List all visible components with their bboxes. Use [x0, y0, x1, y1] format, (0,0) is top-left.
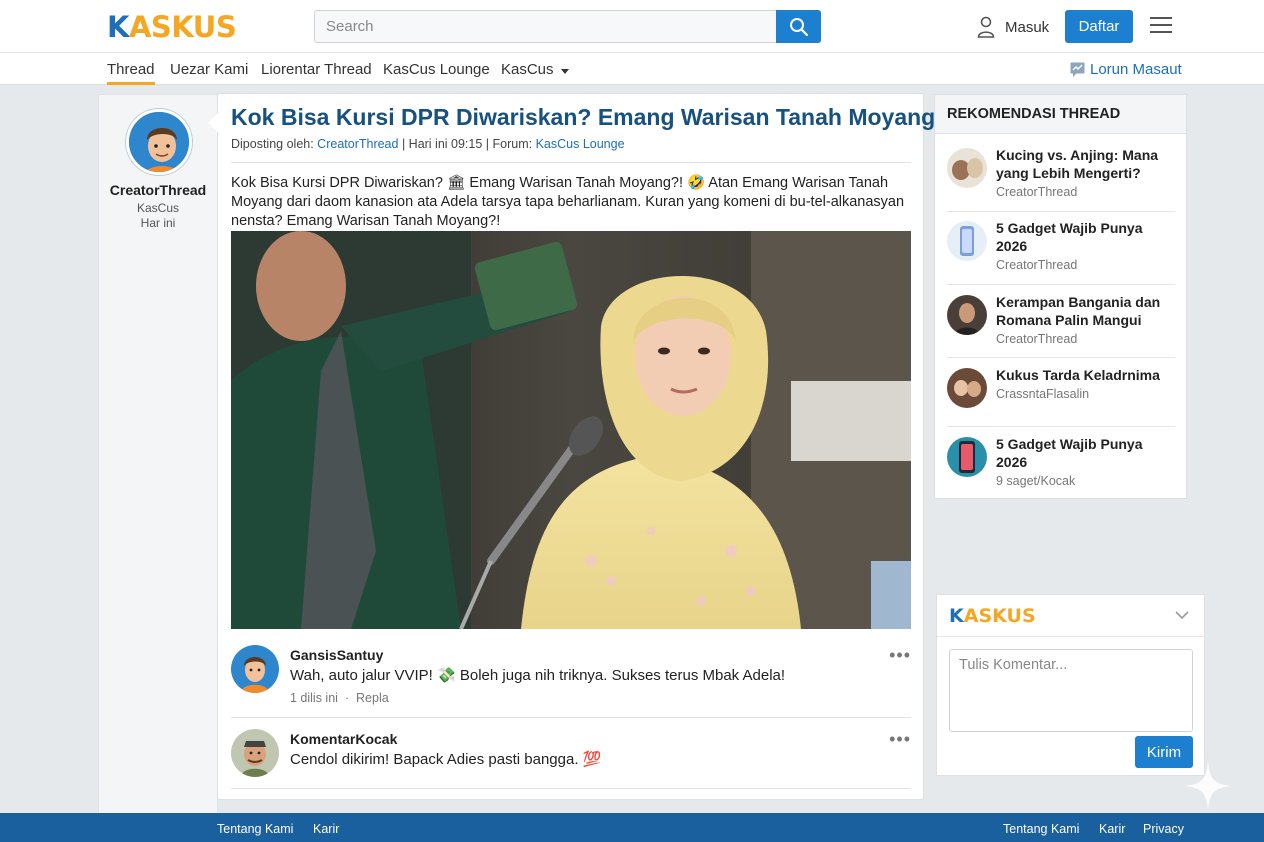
recommendation-author: CreatorThread — [996, 332, 1078, 346]
recommendation-thumb — [947, 148, 987, 188]
login-link[interactable]: Masuk — [977, 14, 1049, 40]
login-label: Masuk — [1005, 18, 1050, 36]
divider — [947, 357, 1175, 358]
search-button[interactable] — [776, 10, 821, 43]
logo-initial: K — [949, 605, 964, 627]
author-name[interactable]: CreatorThread — [99, 182, 217, 198]
author-panel: CreatorThread KasCus Har ini — [98, 94, 218, 816]
widget-header: KASKUS — [937, 595, 1204, 637]
nav-right-label: Lorun Masaut — [1090, 61, 1182, 78]
nav-item-about[interactable]: Uezar Kami — [170, 61, 248, 85]
post-body: Kok Bisa Kursi DPR Diwariskan? 🏛 Emang W… — [231, 175, 905, 229]
sparkle-icon — [1184, 762, 1232, 810]
footer-link-privacy[interactable]: Privacy — [1143, 822, 1184, 836]
menu-icon[interactable] — [1150, 17, 1172, 35]
search-icon — [789, 17, 808, 36]
nav-item-kascus-dropdown[interactable]: KasCus — [501, 61, 570, 85]
main-nav: Thread Uezar Kami Liorentar Thread KasCu… — [0, 53, 1264, 85]
recommendation-author: 9 saget/Kocak — [996, 474, 1076, 488]
recommendation-title: Kucing vs. Anjing: Mana yang Lebih Menge… — [996, 147, 1159, 181]
kaskus-logo[interactable]: KASKUS — [107, 10, 237, 44]
footer: Tentang Kami Karir Tentang Kami Karir Pr… — [0, 813, 1264, 842]
recommendation-item[interactable]: Kerampan Bangania dan Romana Palin Mangu… — [947, 294, 1175, 353]
comment-text: Wah, auto jalur VVIP! 💸 Boleh juga nih t… — [290, 667, 786, 684]
widget-logo: KASKUS — [949, 605, 1036, 627]
comment-input[interactable] — [949, 649, 1193, 732]
post-author-link[interactable]: CreatorThread — [317, 137, 398, 151]
chat-icon — [1070, 62, 1085, 77]
recommendation-item[interactable]: Kukus Tarda Keladrnima CrassntaFlasalin — [947, 367, 1175, 416]
commenter-avatar[interactable] — [231, 645, 279, 693]
recommendation-item[interactable]: 5 Gadget Wajib Punya 2026 9 saget/Kocak — [947, 436, 1175, 495]
recommendation-title: Kerampan Bangania dan Romana Palin Mangu… — [996, 294, 1161, 328]
nav-item-thread[interactable]: Thread — [107, 61, 155, 85]
commenter-name[interactable]: KomentarKocak — [290, 731, 397, 747]
post-title: Kok Bisa Kursi DPR Diwariskan? Emang War… — [231, 104, 992, 130]
search-bar — [314, 10, 821, 43]
search-input[interactable] — [315, 11, 775, 42]
author-community: KasCus — [136, 201, 180, 215]
divider — [947, 426, 1175, 427]
nav-item-threads[interactable]: Liorentar Thread — [261, 61, 372, 85]
comment-item: KomentarKocak Cendol dikirim! Bapack Adi… — [231, 729, 911, 779]
register-button[interactable]: Daftar — [1065, 10, 1133, 43]
footer-link-about-right[interactable]: Tentang Kami — [1003, 822, 1079, 836]
commenter-name[interactable]: GansisSantuy — [290, 647, 383, 663]
commenter-avatar[interactable] — [231, 729, 279, 777]
divider — [947, 211, 1175, 212]
post-meta-prefix: Diposting oleh: — [231, 137, 318, 151]
comment-widget: KASKUS Kirim — [936, 594, 1205, 776]
author-time: Har ini — [140, 216, 176, 230]
comment-text: Cendol dikirim! Bapack Adies pasti bangg… — [290, 751, 602, 768]
post-pointer — [208, 113, 218, 133]
recommendation-author: CreatorThread — [996, 185, 1078, 199]
recommendation-thumb — [947, 295, 987, 335]
logo-initial: K — [107, 10, 129, 44]
recommendation-item[interactable]: 5 Gadget Wajib Punya 2026 CreatorThread — [947, 220, 1175, 279]
chevron-down-icon[interactable] — [1174, 607, 1190, 623]
divider — [231, 788, 911, 789]
comment-time: 1 dilis ini — [290, 691, 338, 705]
divider — [947, 284, 1175, 285]
nav-item-lounge[interactable]: KasCus Lounge — [383, 61, 490, 85]
footer-link-career-right[interactable]: Karir — [1099, 822, 1125, 836]
comment-item: GansisSantuy Wah, auto jalur VVIP! 💸 Bol… — [231, 645, 911, 715]
more-options-icon[interactable]: ••• — [889, 645, 911, 666]
author-avatar[interactable] — [126, 109, 192, 175]
footer-link-about[interactable]: Tentang Kami — [217, 822, 293, 836]
logo-rest: ASKUS — [963, 605, 1036, 627]
post-meta-middle: | Hari ini 09:15 | Forum: — [398, 137, 536, 151]
post-forum-link[interactable]: KasCus Lounge — [536, 137, 625, 151]
caret-down-icon — [560, 69, 569, 74]
recommendation-thumb — [947, 437, 987, 477]
recommendation-panel: REKOMENDASI THREAD Kucing vs. Anjing: Ma… — [934, 94, 1187, 499]
recommendation-title: 5 Gadget Wajib Punya 2026 — [996, 220, 1143, 254]
nav-right-link[interactable]: Lorun Masaut — [1070, 61, 1182, 78]
reply-link[interactable]: Repla — [356, 691, 389, 705]
post-meta: Diposting oleh: CreatorThread | Hari ini… — [231, 137, 625, 151]
recommendation-author: CrassntaFlasalin — [996, 387, 1090, 401]
recommendation-author: CreatorThread — [996, 258, 1078, 272]
recommendation-title: 5 Gadget Wajib Punya 2026 — [996, 436, 1143, 470]
divider — [231, 717, 911, 718]
footer-link-career[interactable]: Karir — [313, 822, 339, 836]
divider — [231, 162, 911, 163]
more-options-icon[interactable]: ••• — [889, 729, 911, 750]
recommendation-title: Kukus Tarda Keladrnima — [996, 367, 1160, 383]
recommendation-heading: REKOMENDASI THREAD — [935, 95, 1186, 134]
user-icon — [977, 16, 995, 38]
logo-rest: ASKUS — [128, 10, 237, 44]
comment-meta: 1 dilis ini · Repla — [290, 691, 389, 705]
thread-post: Kok Bisa Kursi DPR Diwariskan? Emang War… — [217, 93, 992, 800]
recommendation-item[interactable]: Kucing vs. Anjing: Mana yang Lebih Menge… — [947, 147, 1175, 206]
post-image[interactable] — [231, 231, 911, 629]
recommendation-thumb — [947, 368, 987, 408]
top-header: KASKUS Masuk Daftar — [0, 0, 1264, 53]
recommendation-thumb — [947, 221, 987, 261]
nav-item-kascus-label: KasCus — [501, 61, 554, 78]
